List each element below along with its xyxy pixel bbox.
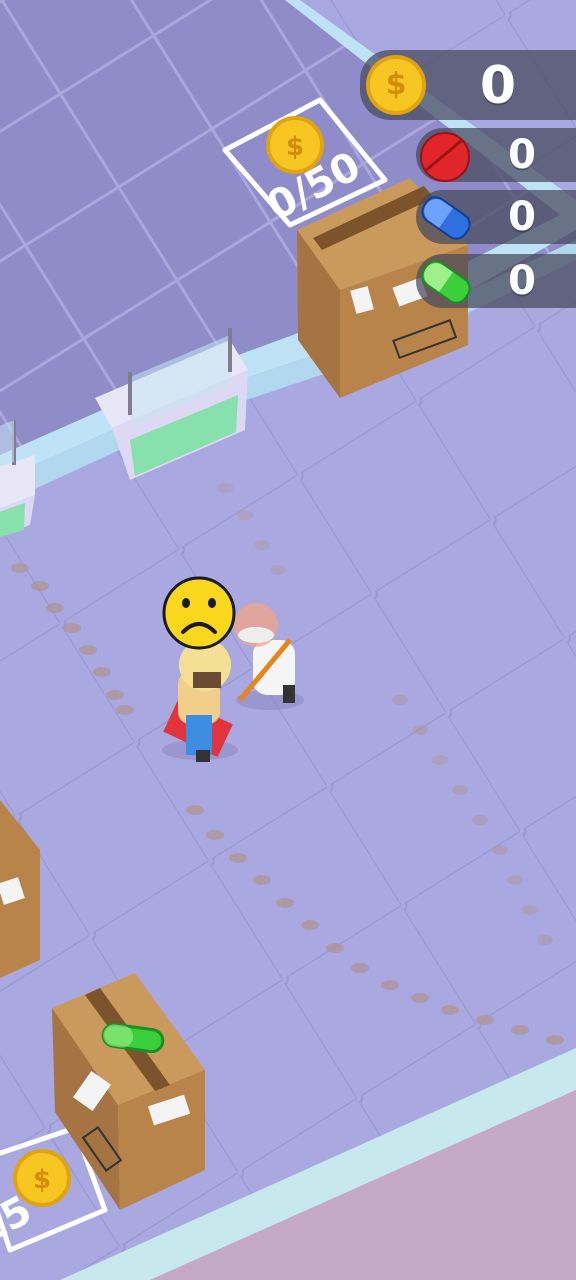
red-pill-icon — [420, 132, 470, 182]
currency-symbol: $ — [385, 67, 407, 102]
red-pill-count: 0 — [508, 132, 536, 178]
currency-symbol: $ — [33, 1165, 51, 1195]
blue-pill-icon — [416, 191, 476, 245]
green-pill-icon — [416, 255, 476, 309]
coin-counter: $ 0 — [360, 50, 576, 120]
blue-pill-count: 0 — [508, 194, 536, 240]
red-pill-counter: 0 — [416, 128, 576, 182]
coin-icon: $ — [366, 55, 426, 115]
green-pill-counter: 0 — [416, 254, 576, 309]
coin-count: 0 — [479, 56, 517, 116]
green-pill-count: 0 — [508, 258, 536, 304]
sad-face-icon — [162, 576, 236, 650]
blue-pill-counter: 0 — [416, 190, 576, 245]
currency-symbol: $ — [286, 132, 304, 162]
